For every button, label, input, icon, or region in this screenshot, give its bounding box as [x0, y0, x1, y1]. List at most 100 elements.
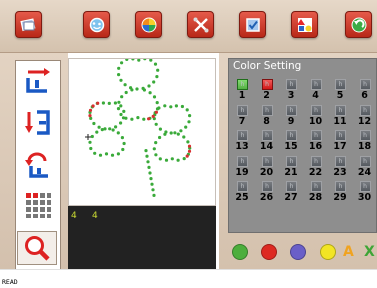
led-dot[interactable]	[120, 136, 124, 140]
color-slot-swatch[interactable]: h	[237, 130, 248, 141]
color-slot[interactable]: h 29	[328, 181, 352, 207]
led-dot[interactable]	[121, 116, 126, 120]
color-slot[interactable]: h6	[353, 79, 377, 105]
color-slot-swatch[interactable]: h	[335, 104, 346, 116]
led-dot[interactable]	[169, 105, 173, 109]
color-slot[interactable]: h 10	[304, 104, 328, 131]
color-slot[interactable]: h4	[304, 79, 328, 105]
led-dot[interactable]	[145, 154, 149, 158]
color-slot-swatch[interactable]: h	[237, 79, 248, 90]
shapes-button[interactable]	[291, 11, 318, 38]
color-slot[interactable]: h 25	[230, 181, 254, 207]
led-dot[interactable]	[119, 112, 123, 117]
led-dot[interactable]	[88, 114, 92, 118]
led-dot[interactable]	[174, 104, 178, 108]
color-slot-swatch[interactable]: h	[286, 104, 297, 116]
led-dot[interactable]	[154, 153, 158, 157]
led-dot[interactable]	[173, 131, 177, 135]
color-slot-swatch[interactable]: h	[261, 79, 273, 90]
led-dot[interactable]	[152, 147, 156, 151]
checklist-button[interactable]	[239, 11, 266, 38]
led-dot[interactable]	[187, 120, 191, 124]
led-dot[interactable]	[120, 95, 124, 99]
led-dot[interactable]	[150, 182, 154, 186]
led-dot[interactable]	[187, 144, 192, 148]
color-slot-swatch[interactable]: h	[359, 130, 371, 141]
color-slot[interactable]: h 18	[353, 130, 377, 156]
zoom-button[interactable]	[17, 231, 57, 265]
led-dot[interactable]	[147, 84, 151, 88]
grid-button[interactable]	[20, 189, 56, 221]
led-dot[interactable]	[141, 86, 145, 90]
color-slot[interactable]: h 27	[279, 181, 303, 207]
timeline-marker[interactable]: 4	[71, 212, 77, 221]
color-slot-swatch[interactable]: h	[237, 155, 248, 167]
led-dot[interactable]	[119, 104, 123, 108]
flow-loop-button[interactable]	[20, 107, 56, 139]
led-dot[interactable]	[147, 117, 151, 121]
color-slot-swatch[interactable]: h	[359, 104, 371, 116]
led-dot[interactable]	[152, 80, 156, 84]
led-dot[interactable]	[169, 131, 173, 135]
led-dot[interactable]	[131, 59, 135, 61]
document-button[interactable]	[15, 11, 42, 38]
reverse-button[interactable]	[20, 148, 56, 180]
palette-letter-4[interactable]: A	[343, 243, 354, 261]
led-dot[interactable]	[156, 68, 160, 72]
color-slot[interactable]: h 12	[353, 104, 377, 131]
led-dot[interactable]	[107, 101, 111, 105]
led-dot[interactable]	[149, 59, 153, 62]
led-dot[interactable]	[119, 121, 123, 125]
color-slot-swatch[interactable]: h	[237, 181, 248, 192]
led-dot[interactable]	[153, 62, 158, 66]
led-dot[interactable]	[154, 110, 158, 114]
color-slot[interactable]: h 24	[353, 155, 377, 182]
led-dot[interactable]	[184, 125, 188, 129]
led-dot[interactable]	[155, 75, 159, 79]
timeline-panel[interactable]: 4 4	[68, 206, 216, 269]
led-dot[interactable]	[155, 101, 159, 105]
color-slot[interactable]: h 19	[230, 155, 254, 182]
led-dot[interactable]	[164, 158, 169, 162]
led-dot[interactable]	[157, 106, 161, 110]
led-dot[interactable]	[151, 188, 155, 192]
led-dot[interactable]	[136, 116, 140, 120]
led-dot[interactable]	[108, 127, 112, 131]
led-dot[interactable]	[117, 73, 121, 77]
led-dot[interactable]	[182, 135, 186, 139]
led-dot[interactable]	[116, 131, 120, 135]
led-dot[interactable]	[148, 91, 152, 95]
led-dot[interactable]	[176, 158, 180, 162]
undo-button[interactable]	[345, 11, 372, 38]
color-slot[interactable]: h 23	[328, 155, 352, 182]
led-dot[interactable]	[188, 114, 192, 118]
led-dot[interactable]	[123, 83, 127, 87]
led-dot[interactable]	[147, 165, 151, 169]
led-dot[interactable]	[185, 154, 189, 158]
color-slot[interactable]: h7	[230, 104, 254, 131]
color-slot[interactable]: h 21	[279, 155, 303, 182]
color-slot-swatch[interactable]: h	[286, 181, 297, 192]
led-dot[interactable]	[95, 130, 99, 134]
led-dot[interactable]	[144, 149, 148, 153]
led-dot[interactable]	[113, 101, 117, 105]
color-slot-swatch[interactable]: h	[310, 130, 322, 141]
led-dot[interactable]	[92, 121, 96, 126]
led-dot[interactable]	[98, 153, 103, 157]
color-slot[interactable]: h 17	[328, 130, 352, 156]
led-dot[interactable]	[154, 122, 158, 126]
led-dot[interactable]	[88, 140, 92, 144]
color-slot-swatch[interactable]: h	[286, 130, 297, 141]
led-dot[interactable]	[170, 157, 174, 161]
palette-color-0[interactable]	[232, 244, 248, 260]
color-slot-swatch[interactable]: h	[286, 155, 297, 167]
tools-button[interactable]	[187, 11, 214, 38]
led-dot[interactable]	[122, 141, 126, 146]
palette-letter-5[interactable]: X	[364, 243, 375, 261]
led-dot[interactable]	[117, 66, 121, 70]
led-dot[interactable]	[91, 104, 95, 108]
led-dot[interactable]	[93, 151, 97, 155]
color-slot-swatch[interactable]: h	[310, 181, 322, 192]
led-dot[interactable]	[187, 149, 192, 153]
color-slot-swatch[interactable]: h	[310, 79, 322, 90]
